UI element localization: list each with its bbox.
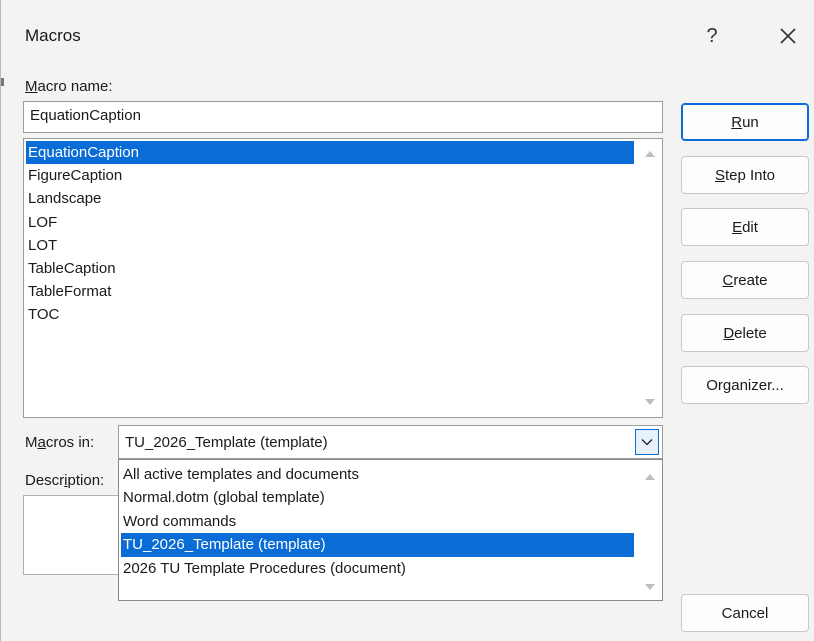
scroll-down-arrow-icon[interactable] xyxy=(645,399,655,405)
macros-in-combobox[interactable]: TU_2026_Template (template) xyxy=(118,425,663,459)
title-bar: Macros ? xyxy=(1,0,814,74)
dropdown-rows: All active templates and documents Normal… xyxy=(121,463,634,580)
macros-in-dropdown-button[interactable] xyxy=(635,429,659,455)
macro-list-item[interactable]: TOC xyxy=(26,303,634,326)
macros-in-option[interactable]: TU_2026_Template (template) xyxy=(121,533,634,557)
macros-in-option[interactable]: All active templates and documents xyxy=(121,463,634,486)
macros-in-option[interactable]: 2026 TU Template Procedures (document) xyxy=(121,557,634,580)
macro-list-item[interactable]: LOT xyxy=(26,234,634,257)
scroll-up-arrow-icon[interactable] xyxy=(645,151,655,157)
macro-list-item[interactable]: LOF xyxy=(26,211,634,234)
window-edge-mark xyxy=(1,78,4,86)
macro-list-item[interactable]: FigureCaption xyxy=(26,164,634,187)
macro-list[interactable]: EquationCaption FigureCaption Landscape LOF… xyxy=(23,138,663,418)
chevron-down-icon xyxy=(641,439,653,446)
macros-in-option[interactable]: Word commands xyxy=(121,510,634,533)
create-button[interactable]: Create xyxy=(681,261,809,299)
macros-in-value: TU_2026_Template (template) xyxy=(125,434,328,451)
scroll-down-arrow-icon[interactable] xyxy=(645,584,655,590)
dropdown-scrollbar[interactable] xyxy=(636,460,662,600)
run-button[interactable]: Run xyxy=(681,103,809,141)
macro-list-item[interactable]: TableFormat xyxy=(26,280,634,303)
macros-in-dropdown-list[interactable]: All active templates and documents Normal… xyxy=(118,459,663,601)
dialog-title: Macros xyxy=(25,26,81,45)
macros-in-option[interactable]: Normal.dotm (global template) xyxy=(121,486,634,509)
description-label: Description: xyxy=(25,472,105,489)
macro-list-item[interactable]: EquationCaption xyxy=(26,141,634,165)
close-button[interactable] xyxy=(761,16,814,56)
macro-list-item[interactable]: TableCaption xyxy=(26,257,634,280)
close-icon xyxy=(780,28,796,44)
step-into-button[interactable]: Step Into xyxy=(681,156,809,194)
organizer-button[interactable]: Or g anizer... xyxy=(681,366,809,404)
macro-list-item[interactable]: Landscape xyxy=(26,187,634,210)
macros-dialog: Macros ? Macro name: EquationCaption Equ… xyxy=(0,0,814,641)
cancel-button[interactable]: Cancel xyxy=(681,594,809,632)
macros-in-label: Macros in: xyxy=(25,434,95,451)
delete-button[interactable]: Delete xyxy=(681,314,809,352)
macro-list-rows: EquationCaption FigureCaption Landscape LOF… xyxy=(26,141,634,327)
macro-name-label: Macro name: xyxy=(25,78,113,95)
macro-name-input[interactable]: EquationCaption xyxy=(23,101,663,133)
macro-list-scrollbar[interactable] xyxy=(636,139,662,417)
help-button[interactable]: ? xyxy=(687,16,737,56)
edit-button[interactable]: Edit xyxy=(681,208,809,246)
scroll-up-arrow-icon[interactable] xyxy=(645,474,655,480)
